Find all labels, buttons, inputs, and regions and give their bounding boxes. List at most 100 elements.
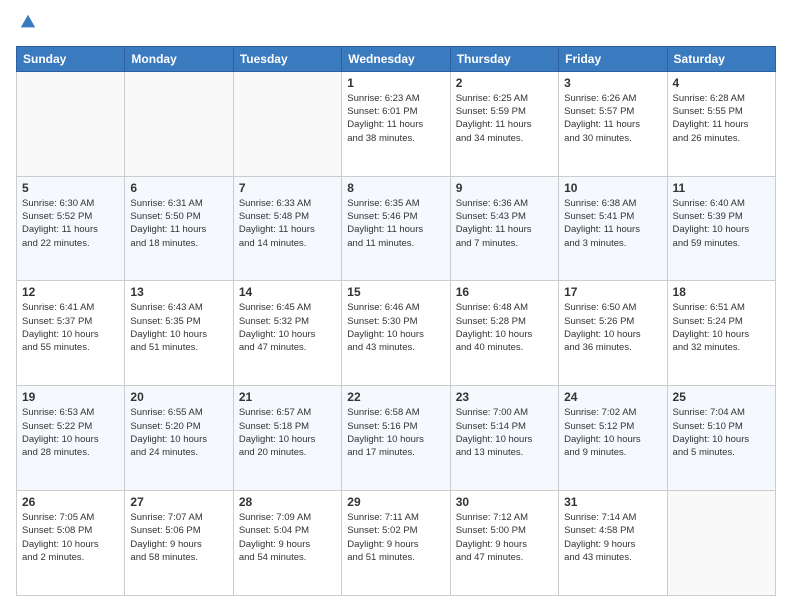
- calendar-cell: 7 Sunrise: 6:33 AM Sunset: 5:48 PM Daylig…: [233, 176, 341, 281]
- day-number: 2: [456, 76, 553, 90]
- day-info: Sunrise: 6:28 AM Sunset: 5:55 PM Dayligh…: [673, 92, 770, 145]
- day-number: 22: [347, 390, 444, 404]
- calendar-cell: 27 Sunrise: 7:07 AM Sunset: 5:06 PM Dayli…: [125, 491, 233, 596]
- calendar-cell: 31Sunrise: 7:14 AM Sunset: 4:58 PM Dayli…: [559, 491, 667, 596]
- day-number: 13: [130, 285, 227, 299]
- page: Sunday Monday Tuesday Wednesday Thursday…: [0, 0, 792, 612]
- calendar-cell: [667, 491, 775, 596]
- day-info: Sunrise: 7:04 AM Sunset: 5:10 PM Dayligh…: [673, 406, 770, 459]
- day-info: Sunrise: 7:09 AM Sunset: 5:04 PM Dayligh…: [239, 511, 336, 564]
- day-info: Sunrise: 7:11 AM Sunset: 5:02 PM Dayligh…: [347, 511, 444, 564]
- calendar-cell: [17, 71, 125, 176]
- calendar-cell: 13Sunrise: 6:43 AM Sunset: 5:35 PM Dayli…: [125, 281, 233, 386]
- calendar-cell: 29 Sunrise: 7:11 AM Sunset: 5:02 PM Dayli…: [342, 491, 450, 596]
- day-info: Sunrise: 7:12 AM Sunset: 5:00 PM Dayligh…: [456, 511, 553, 564]
- day-number: 6: [130, 181, 227, 195]
- day-info: Sunrise: 6:33 AM Sunset: 5:48 PM Dayligh…: [239, 197, 336, 250]
- calendar-cell: 6 Sunrise: 6:31 AM Sunset: 5:50 PM Daylig…: [125, 176, 233, 281]
- day-info: Sunrise: 7:14 AM Sunset: 4:58 PM Dayligh…: [564, 511, 661, 564]
- calendar-cell: 19 Sunrise: 6:53 AM Sunset: 5:22 PM Dayli…: [17, 386, 125, 491]
- day-number: 27: [130, 495, 227, 509]
- week-row-5: 26 Sunrise: 7:05 AM Sunset: 5:08 PM Dayli…: [17, 491, 776, 596]
- week-row-4: 19 Sunrise: 6:53 AM Sunset: 5:22 PM Dayli…: [17, 386, 776, 491]
- calendar-cell: [125, 71, 233, 176]
- calendar-cell: 9Sunrise: 6:36 AM Sunset: 5:43 PM Daylig…: [450, 176, 558, 281]
- day-info: Sunrise: 7:05 AM Sunset: 5:08 PM Dayligh…: [22, 511, 119, 564]
- day-info: Sunrise: 6:23 AM Sunset: 6:01 PM Dayligh…: [347, 92, 444, 145]
- calendar-cell: 4 Sunrise: 6:28 AM Sunset: 5:55 PM Daylig…: [667, 71, 775, 176]
- day-number: 29: [347, 495, 444, 509]
- day-number: 30: [456, 495, 553, 509]
- day-info: Sunrise: 6:48 AM Sunset: 5:28 PM Dayligh…: [456, 301, 553, 354]
- calendar-cell: 16 Sunrise: 6:48 AM Sunset: 5:28 PM Dayli…: [450, 281, 558, 386]
- day-info: Sunrise: 6:57 AM Sunset: 5:18 PM Dayligh…: [239, 406, 336, 459]
- logo-text: [16, 16, 37, 36]
- day-number: 9: [456, 181, 553, 195]
- day-number: 14: [239, 285, 336, 299]
- calendar-cell: 22Sunrise: 6:58 AM Sunset: 5:16 PM Dayli…: [342, 386, 450, 491]
- calendar-cell: 21 Sunrise: 6:57 AM Sunset: 5:18 PM Dayli…: [233, 386, 341, 491]
- day-number: 4: [673, 76, 770, 90]
- week-row-3: 12Sunrise: 6:41 AM Sunset: 5:37 PM Dayli…: [17, 281, 776, 386]
- day-number: 7: [239, 181, 336, 195]
- day-info: Sunrise: 6:31 AM Sunset: 5:50 PM Dayligh…: [130, 197, 227, 250]
- day-number: 10: [564, 181, 661, 195]
- col-friday: Friday: [559, 46, 667, 71]
- day-info: Sunrise: 6:53 AM Sunset: 5:22 PM Dayligh…: [22, 406, 119, 459]
- week-row-1: 1 Sunrise: 6:23 AM Sunset: 6:01 PM Daylig…: [17, 71, 776, 176]
- day-number: 18: [673, 285, 770, 299]
- calendar-cell: 26 Sunrise: 7:05 AM Sunset: 5:08 PM Dayli…: [17, 491, 125, 596]
- calendar-cell: 24 Sunrise: 7:02 AM Sunset: 5:12 PM Dayli…: [559, 386, 667, 491]
- calendar-cell: 5 Sunrise: 6:30 AM Sunset: 5:52 PM Daylig…: [17, 176, 125, 281]
- calendar-cell: 15 Sunrise: 6:46 AM Sunset: 5:30 PM Dayli…: [342, 281, 450, 386]
- day-number: 5: [22, 181, 119, 195]
- day-info: Sunrise: 6:45 AM Sunset: 5:32 PM Dayligh…: [239, 301, 336, 354]
- calendar-cell: 8 Sunrise: 6:35 AM Sunset: 5:46 PM Daylig…: [342, 176, 450, 281]
- day-number: 24: [564, 390, 661, 404]
- calendar-cell: 30 Sunrise: 7:12 AM Sunset: 5:00 PM Dayli…: [450, 491, 558, 596]
- calendar-cell: 20Sunrise: 6:55 AM Sunset: 5:20 PM Dayli…: [125, 386, 233, 491]
- day-number: 19: [22, 390, 119, 404]
- header: [16, 16, 776, 36]
- col-sunday: Sunday: [17, 46, 125, 71]
- day-number: 3: [564, 76, 661, 90]
- calendar-cell: 11 Sunrise: 6:40 AM Sunset: 5:39 PM Dayli…: [667, 176, 775, 281]
- day-number: 11: [673, 181, 770, 195]
- header-row: Sunday Monday Tuesday Wednesday Thursday…: [17, 46, 776, 71]
- calendar-cell: 17 Sunrise: 6:50 AM Sunset: 5:26 PM Dayli…: [559, 281, 667, 386]
- day-info: Sunrise: 6:46 AM Sunset: 5:30 PM Dayligh…: [347, 301, 444, 354]
- calendar-table: Sunday Monday Tuesday Wednesday Thursday…: [16, 46, 776, 596]
- calendar-cell: 28 Sunrise: 7:09 AM Sunset: 5:04 PM Dayli…: [233, 491, 341, 596]
- day-number: 8: [347, 181, 444, 195]
- day-number: 21: [239, 390, 336, 404]
- logo-icon: [19, 13, 37, 31]
- day-info: Sunrise: 7:02 AM Sunset: 5:12 PM Dayligh…: [564, 406, 661, 459]
- day-info: Sunrise: 6:50 AM Sunset: 5:26 PM Dayligh…: [564, 301, 661, 354]
- day-number: 26: [22, 495, 119, 509]
- week-row-2: 5 Sunrise: 6:30 AM Sunset: 5:52 PM Daylig…: [17, 176, 776, 281]
- col-monday: Monday: [125, 46, 233, 71]
- day-number: 1: [347, 76, 444, 90]
- calendar-cell: 10 Sunrise: 6:38 AM Sunset: 5:41 PM Dayli…: [559, 176, 667, 281]
- calendar-cell: 3 Sunrise: 6:26 AM Sunset: 5:57 PM Daylig…: [559, 71, 667, 176]
- day-number: 17: [564, 285, 661, 299]
- col-thursday: Thursday: [450, 46, 558, 71]
- day-info: Sunrise: 6:30 AM Sunset: 5:52 PM Dayligh…: [22, 197, 119, 250]
- day-number: 28: [239, 495, 336, 509]
- day-info: Sunrise: 6:25 AM Sunset: 5:59 PM Dayligh…: [456, 92, 553, 145]
- day-number: 16: [456, 285, 553, 299]
- day-number: 15: [347, 285, 444, 299]
- day-info: Sunrise: 6:55 AM Sunset: 5:20 PM Dayligh…: [130, 406, 227, 459]
- day-info: Sunrise: 7:00 AM Sunset: 5:14 PM Dayligh…: [456, 406, 553, 459]
- day-info: Sunrise: 6:35 AM Sunset: 5:46 PM Dayligh…: [347, 197, 444, 250]
- calendar-cell: [233, 71, 341, 176]
- col-saturday: Saturday: [667, 46, 775, 71]
- day-info: Sunrise: 6:38 AM Sunset: 5:41 PM Dayligh…: [564, 197, 661, 250]
- day-info: Sunrise: 7:07 AM Sunset: 5:06 PM Dayligh…: [130, 511, 227, 564]
- calendar-cell: 23Sunrise: 7:00 AM Sunset: 5:14 PM Dayli…: [450, 386, 558, 491]
- day-info: Sunrise: 6:40 AM Sunset: 5:39 PM Dayligh…: [673, 197, 770, 250]
- day-number: 25: [673, 390, 770, 404]
- calendar-cell: 2 Sunrise: 6:25 AM Sunset: 5:59 PM Daylig…: [450, 71, 558, 176]
- day-info: Sunrise: 6:26 AM Sunset: 5:57 PM Dayligh…: [564, 92, 661, 145]
- day-info: Sunrise: 6:51 AM Sunset: 5:24 PM Dayligh…: [673, 301, 770, 354]
